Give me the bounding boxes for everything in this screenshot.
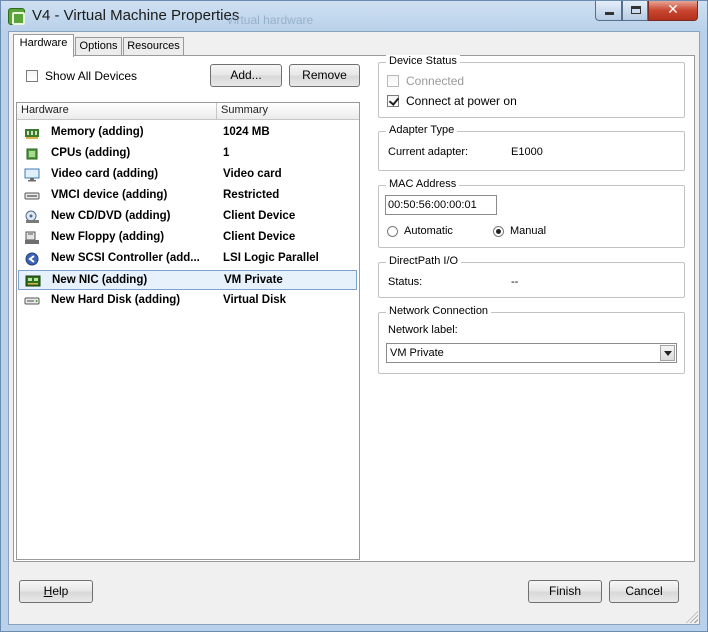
vm-properties-icon <box>8 8 25 25</box>
hardware-row-nic[interactable]: New NIC (adding) VM Private <box>18 270 357 290</box>
show-all-devices-checkbox[interactable] <box>26 70 38 82</box>
device-status-legend: Device Status <box>386 55 460 67</box>
mac-automatic-radio[interactable] <box>387 226 398 237</box>
show-all-devices-label: Show All Devices <box>45 69 138 83</box>
hardware-row-hard-disk[interactable]: New Hard Disk (adding) Virtual Disk <box>18 291 357 311</box>
network-label-caption: Network label: <box>388 324 458 336</box>
tab-hardware[interactable]: Hardware <box>13 34 74 57</box>
hardware-summary: Client Device <box>223 231 296 243</box>
connected-label: Connected <box>406 74 465 88</box>
adapter-type-group: Adapter Type Current adapter: E1000 <box>378 124 685 171</box>
mac-manual-label: Manual <box>510 225 547 237</box>
hardware-name: VMCI device (adding) <box>51 189 168 201</box>
finish-button[interactable]: Finish <box>528 580 602 603</box>
dialog-client-area: Hardware Options Resources Show All Devi… <box>8 31 700 625</box>
mac-automatic-label: Automatic <box>404 225 453 237</box>
directpath-status-value: -- <box>511 276 519 288</box>
hardware-name: New SCSI Controller (add... <box>51 252 200 264</box>
mac-address-input[interactable]: 00:50:56:00:00:01 <box>385 195 497 215</box>
chevron-down-icon[interactable] <box>660 345 675 361</box>
hardware-summary: VM Private <box>224 274 283 286</box>
background-window-title: Virtual hardware <box>226 13 314 27</box>
monitor-icon <box>24 168 40 182</box>
hardware-name: New NIC (adding) <box>52 274 148 286</box>
add-button[interactable]: Add... <box>210 64 282 87</box>
hardware-row-video-card[interactable]: Video card (adding) Video card <box>18 165 357 185</box>
hardware-summary: Video card <box>223 168 282 180</box>
network-connection-legend: Network Connection <box>386 305 492 317</box>
cd-dvd-icon <box>25 210 39 223</box>
title-bar[interactable]: V4 - Virtual Machine Properties Virtual … <box>1 1 707 31</box>
hardware-row-vmci-device[interactable]: VMCI device (adding) Restricted <box>18 186 357 206</box>
hardware-row-cpus[interactable]: CPUs (adding) 1 <box>18 144 357 164</box>
hardware-row-floppy[interactable]: New Floppy (adding) Client Device <box>18 228 357 248</box>
minimize-button[interactable] <box>595 1 622 21</box>
scsi-controller-icon <box>25 252 39 266</box>
hardware-name: New Hard Disk (adding) <box>51 294 181 306</box>
hardware-summary: 1024 MB <box>223 126 270 138</box>
tab-resources[interactable]: Resources <box>123 37 184 56</box>
hardware-name: CPUs (adding) <box>51 147 131 159</box>
directpath-io-group: DirectPath I/O Status: -- <box>378 255 685 298</box>
hardware-summary: 1 <box>223 147 230 159</box>
maximize-icon <box>631 6 641 14</box>
floppy-icon <box>25 231 39 244</box>
cpu-icon <box>26 148 38 160</box>
hardware-row-memory[interactable]: Memory (adding) 1024 MB <box>18 123 357 143</box>
current-adapter-value: E1000 <box>511 146 543 158</box>
network-card-icon <box>25 275 41 287</box>
connect-at-power-on-checkbox[interactable] <box>387 95 399 107</box>
connected-checkbox[interactable] <box>387 75 399 87</box>
connect-at-power-on-label: Connect at power on <box>406 94 517 108</box>
resize-grip[interactable] <box>686 611 698 623</box>
hardware-name: Video card (adding) <box>51 168 159 180</box>
tab-options[interactable]: Options <box>75 37 122 56</box>
minimize-icon <box>605 12 614 15</box>
network-label-selected: VM Private <box>390 347 444 359</box>
device-status-group: Device Status Connected Connect at power… <box>378 55 685 118</box>
hardware-list-header: Hardware Summary <box>17 103 359 120</box>
hardware-name: New Floppy (adding) <box>51 231 165 243</box>
hard-disk-icon <box>24 297 40 305</box>
network-label-dropdown[interactable]: VM Private <box>386 343 677 363</box>
hardware-name: Memory (adding) <box>51 126 144 138</box>
hardware-row-scsi-controller[interactable]: New SCSI Controller (add... LSI Logic Pa… <box>18 249 357 269</box>
remove-button[interactable]: Remove <box>289 64 360 87</box>
close-button[interactable]: ✕ <box>648 1 698 21</box>
directpath-status-label: Status: <box>388 276 423 288</box>
vmci-device-icon <box>24 192 40 200</box>
directpath-io-legend: DirectPath I/O <box>386 255 462 267</box>
maximize-button[interactable] <box>622 1 648 21</box>
mac-manual-radio[interactable] <box>493 226 504 237</box>
mac-address-group: MAC Address 00:50:56:00:00:01 Automatic … <box>378 178 685 248</box>
cancel-button[interactable]: Cancel <box>609 580 679 603</box>
adapter-type-legend: Adapter Type <box>386 124 458 136</box>
column-divider[interactable] <box>216 103 217 120</box>
close-icon: ✕ <box>667 2 679 18</box>
hardware-summary: Restricted <box>223 189 280 201</box>
hardware-name: New CD/DVD (adding) <box>51 210 171 222</box>
hardware-row-cd-dvd[interactable]: New CD/DVD (adding) Client Device <box>18 207 357 227</box>
hardware-summary: LSI Logic Parallel <box>223 252 319 264</box>
hardware-list[interactable]: Hardware Summary Memory (adding) 1024 MB… <box>16 102 360 560</box>
hardware-summary: Client Device <box>223 210 296 222</box>
column-header-hardware[interactable]: Hardware <box>21 104 69 116</box>
mac-address-legend: MAC Address <box>386 178 460 190</box>
window-frame: V4 - Virtual Machine Properties Virtual … <box>0 0 708 632</box>
network-connection-group: Network Connection Network label: VM Pri… <box>378 305 685 374</box>
help-button[interactable]: Help <box>19 580 93 603</box>
column-header-summary[interactable]: Summary <box>221 104 268 116</box>
memory-icon <box>25 129 39 139</box>
hardware-summary: Virtual Disk <box>223 294 287 306</box>
window-title: V4 - Virtual Machine Properties <box>32 7 240 24</box>
current-adapter-label: Current adapter: <box>388 146 469 158</box>
